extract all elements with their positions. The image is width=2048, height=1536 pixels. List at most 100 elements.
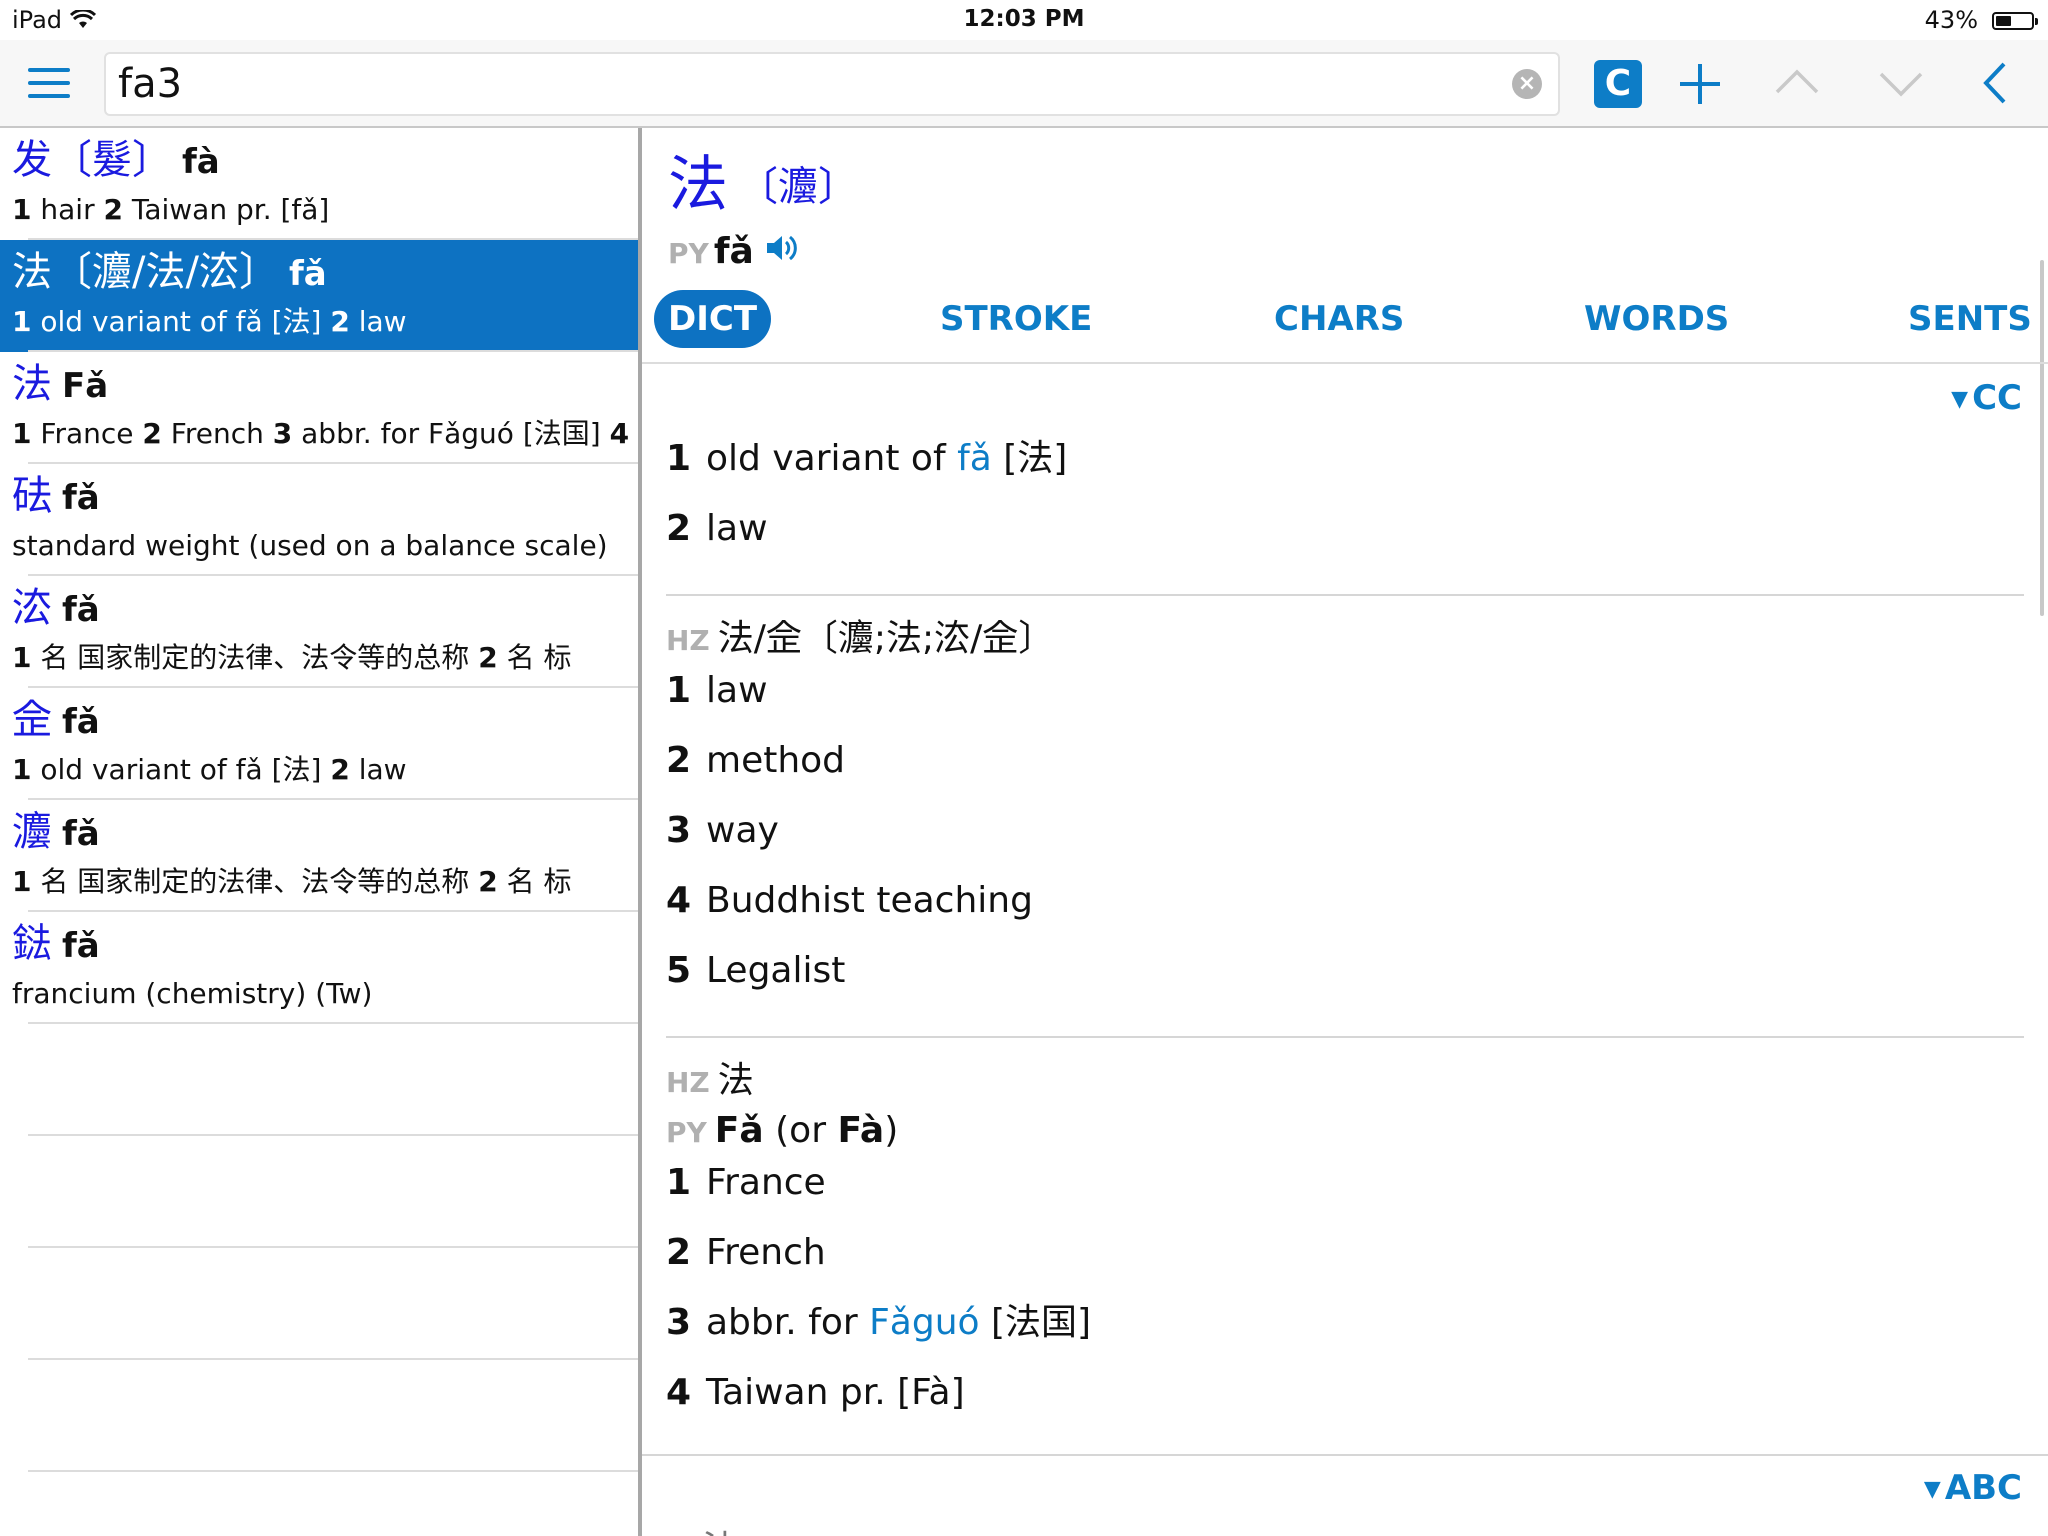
def-number: 2 [330, 305, 350, 338]
def-text: old variant of [706, 438, 958, 479]
country-def-4: 4 Taiwan pr. [Fà] [666, 1368, 965, 1418]
country-def-1: 1 France [666, 1158, 826, 1208]
result-definition-line: 1 hair 2 Taiwan pr. [fǎ] [12, 190, 329, 230]
clear-search-icon[interactable]: × [1512, 69, 1542, 99]
def-text-end: [法国] [979, 1302, 1092, 1343]
def-text: way [706, 810, 779, 851]
section3-py-row: PY Fǎ (or Fà) [666, 1106, 898, 1158]
result-definition-line: 1 名 国家制定的法律、法令等的总称 2 名 标 [12, 862, 571, 902]
chevron-down-icon[interactable] [1878, 58, 1924, 112]
def-text: standard weight (used on a balance scale… [12, 529, 608, 562]
tab-words[interactable]: WORDS [1584, 290, 1729, 348]
result-headword-line: 佱 fǎ [12, 692, 100, 750]
def-text: France [31, 417, 143, 450]
result-pinyin: fà [182, 142, 220, 182]
result-row[interactable]: 㳒 fǎ 1 名 国家制定的法律、法令等的总称 2 名 标 [0, 576, 638, 688]
section3-hz: 法 [717, 1060, 754, 1101]
result-hanzi: 发 [12, 137, 52, 183]
chevron-up-icon[interactable] [1774, 58, 1820, 112]
result-hanzi: 佱 [12, 697, 52, 743]
result-row[interactable]: 发〔髮〕 fà 1 hair 2 Taiwan pr. [fǎ] [0, 128, 638, 240]
tab-stroke[interactable]: STROKE [940, 290, 1092, 348]
def-number: 1 [12, 193, 32, 226]
def-text: French [706, 1232, 826, 1273]
def-number: 1 [12, 305, 32, 338]
result-pinyin: fǎ [62, 814, 100, 854]
pinyin-bold: Fǎ [714, 1110, 764, 1151]
result-hanzi: 砝 [12, 473, 52, 519]
tabs-divider [642, 362, 2048, 364]
detail-tabs: DICT STROKE CHARS WORDS SENTS [642, 290, 2048, 354]
def-text: francium (chemistry) (Tw) [12, 977, 373, 1010]
result-hanzi: 灋 [12, 809, 52, 855]
result-definition-line: francium (chemistry) (Tw) [12, 974, 372, 1014]
empty-row-separator [28, 1246, 638, 1248]
def-text: old variant of fǎ [法] [31, 305, 331, 338]
result-pinyin: fǎ [62, 590, 100, 630]
result-hanzi: 鍅 [12, 921, 52, 967]
country-def-3: 3 abbr. for Fǎguó [法国] [666, 1298, 1091, 1348]
result-headword-line: 㳒 fǎ [12, 580, 100, 638]
hz-def-4: 4 Buddhist teaching [666, 876, 1033, 926]
hz-label: HZ [666, 1066, 710, 1099]
section2-hz: 法/佱〔灋;法;㳒/佱〕 [717, 618, 1055, 659]
result-headword-line: 法 Fǎ [12, 356, 108, 414]
result-row[interactable]: 鍅 fǎ francium (chemistry) (Tw) [0, 912, 638, 1024]
cc-def-2: 2 law [666, 504, 768, 554]
cc-def-1: 1 old variant of fǎ [法] [666, 434, 1067, 484]
def-number: 3 [666, 1302, 692, 1343]
detail-panel: 法 〔灋〕 PY fǎ DICT STROKE CHARS WORDS SENT… [642, 128, 2048, 1536]
pinyin-link[interactable]: fǎ [957, 438, 992, 479]
pinyin-text-end: ) [884, 1110, 899, 1151]
source-abc-label: ABC [1944, 1468, 2022, 1508]
hamburger-menu-icon[interactable] [28, 68, 72, 102]
source-cc-toggle[interactable]: ▼ CC [1951, 378, 2022, 418]
pinyin-value: fǎ [713, 231, 754, 272]
speaker-icon[interactable] [765, 231, 801, 287]
def-text: law [349, 305, 407, 338]
search-input[interactable] [118, 60, 1478, 108]
result-headword-line: 法〔灋/法/㳒〕 fǎ [12, 244, 327, 302]
tab-dict[interactable]: DICT [654, 290, 772, 348]
result-row[interactable]: 灋 fǎ 1 名 国家制定的法律、法令等的总称 2 名 标 [0, 800, 638, 912]
py-label: PY [668, 237, 709, 270]
def-text: Taiwan pr. [Fà] [706, 1372, 965, 1413]
result-row[interactable]: 佱 fǎ 1 old variant of fǎ [法] 2 law [0, 688, 638, 800]
result-row[interactable]: 法〔灋/法/㳒〕 fǎ 1 old variant of fǎ [法] 2 law [0, 240, 638, 352]
def-text: 名 国家制定的法律、法令等的总称 [31, 641, 479, 674]
back-chevron-icon[interactable] [1978, 58, 2012, 112]
def-text: law [706, 670, 768, 711]
result-definition-line: 1 France 2 French 3 abbr. for Fǎguó [法国]… [12, 414, 629, 454]
def-number: 1 [12, 417, 32, 450]
pinyin-link[interactable]: Fǎguó [869, 1302, 979, 1343]
result-headword-line: 鍅 fǎ [12, 916, 100, 974]
clipboard-c-button[interactable]: C [1594, 60, 1642, 108]
def-number: 2 [666, 508, 692, 549]
status-bar: iPad 12:03 PM 43% [0, 0, 2048, 40]
triangle-down-icon: ▼ [1923, 1477, 1941, 1502]
def-text: abbr. for Fǎguó [法国] [292, 417, 610, 450]
def-text-end: [法] [991, 438, 1068, 479]
result-row[interactable]: 法 Fǎ 1 France 2 French 3 abbr. for Fǎguó [… [0, 352, 638, 464]
results-list: 发〔髮〕 fà 1 hair 2 Taiwan pr. [fǎ] 法〔灋/法/㳒〕 fǎ… [0, 128, 638, 1536]
def-number: 4 [609, 417, 630, 450]
py-label: PY [666, 1116, 707, 1149]
empty-row-separator [28, 1470, 638, 1472]
headword: 法 [668, 150, 728, 220]
section-divider [642, 1454, 2048, 1456]
tab-sents[interactable]: SENTS [1908, 290, 2032, 348]
result-row[interactable]: 砝 fǎ standard weight (used on a balance sc… [0, 464, 638, 576]
tab-chars[interactable]: CHARS [1274, 290, 1404, 348]
source-abc-toggle[interactable]: ▼ ABC [1924, 1468, 2022, 1508]
def-text: law [706, 508, 768, 549]
def-text: Buddhist teaching [706, 880, 1033, 921]
def-number: 3 [666, 810, 692, 851]
def-number: 4 [666, 1372, 692, 1413]
add-plus-icon[interactable] [1678, 58, 1722, 110]
def-text: French [161, 417, 273, 450]
row-separator [28, 1022, 638, 1024]
pinyin-row: PY fǎ [668, 224, 801, 280]
result-headword-line: 发〔髮〕 fà [12, 132, 220, 190]
result-definition-line: standard weight (used on a balance scale… [12, 526, 608, 566]
result-headword-line: 灋 fǎ [12, 804, 100, 862]
